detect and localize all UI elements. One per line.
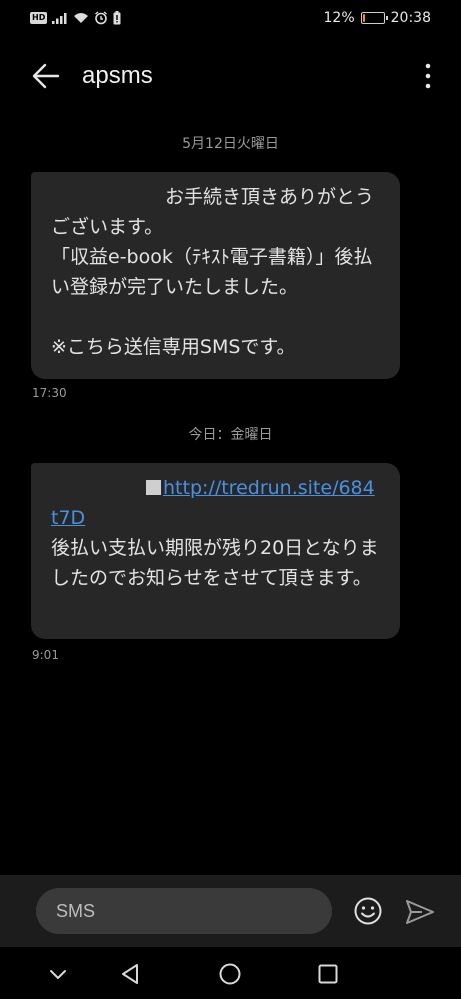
message-text-suffix: 後払い支払い期限が残り20日となりましたのでお知らせをさせて頂きます。 (51, 537, 379, 589)
recents-square-icon[interactable] (315, 961, 341, 987)
clock: 20:38 (390, 10, 431, 26)
status-bar: HD 12% 20:38 (0, 0, 461, 38)
date-separator: 5月12日火曜日 (182, 136, 279, 152)
message-indent (51, 477, 146, 499)
emoji-icon[interactable] (353, 896, 383, 926)
alarm-icon (95, 11, 108, 25)
battery-alert-icon (113, 11, 121, 25)
sms-input[interactable] (36, 888, 332, 934)
back-triangle-icon[interactable] (118, 961, 144, 987)
message-text: http://tredrun.site/684t7D 後払い支払い期限が残り20… (51, 473, 382, 593)
message-bubble[interactable]: お手続き頂きありがとうございます。 「収益e-book（ﾃｷｽﾄ電子書籍）」後払… (31, 172, 400, 379)
composer-bar (0, 875, 461, 947)
more-vertical-icon[interactable] (421, 60, 435, 92)
conversation-title: apsms (82, 62, 153, 89)
message-text: お手続き頂きありがとうございます。 「収益e-book（ﾃｷｽﾄ電子書籍）」後払… (51, 186, 375, 358)
signal-icon (52, 13, 67, 24)
square-glyph-icon (146, 480, 162, 495)
message-time: 17:30 (32, 386, 67, 400)
battery-percent: 12% (323, 10, 355, 26)
collapse-chevron-icon[interactable] (45, 961, 71, 987)
status-icons-right: 12% 20:38 (324, 10, 431, 26)
conversation-header: apsms (0, 50, 461, 102)
arrow-left-icon[interactable] (28, 58, 64, 94)
hd-badge: HD (30, 12, 48, 24)
date-separator: 今日：金曜日 (188, 427, 273, 443)
wifi-icon (74, 13, 89, 23)
battery-fill (362, 14, 365, 22)
battery-icon (360, 12, 388, 24)
status-icons-left: HD (30, 11, 121, 25)
home-circle-icon[interactable] (217, 961, 243, 987)
system-nav-bar (0, 947, 461, 999)
message-time: 9:01 (32, 648, 59, 662)
message-bubble[interactable]: http://tredrun.site/684t7D 後払い支払い期限が残り20… (31, 463, 400, 639)
send-icon[interactable] (404, 898, 436, 926)
